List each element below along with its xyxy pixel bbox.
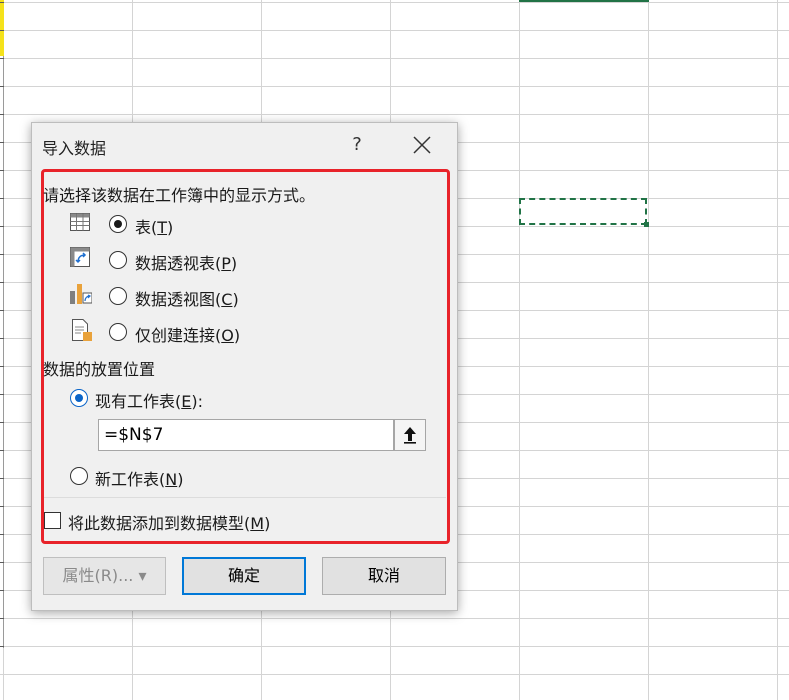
selected-cell-n7[interactable] (519, 198, 649, 227)
pivot-chart-icon (70, 284, 92, 304)
reference-value: =$N$7 (104, 425, 164, 445)
upload-arrow-icon (404, 427, 416, 444)
option-pivot-table-label[interactable]: 数据透视表(P) (135, 250, 237, 274)
placement-heading: 数据的放置位置 (43, 360, 156, 379)
option-connection-only-label[interactable]: 仅创建连接(O) (135, 322, 240, 346)
data-model-label[interactable]: 将此数据添加到数据模型(M) (68, 510, 270, 534)
existing-worksheet-label[interactable]: 现有工作表(E): (95, 388, 203, 412)
import-data-dialog: 导入数据 ? 请选择该数据在工作簿中的显示方式。 表(T) 数据透视表(P) 数… (31, 122, 458, 611)
help-button[interactable]: ? (342, 131, 372, 159)
row-header-ticks (0, 0, 4, 648)
radio-pivot-table[interactable] (109, 251, 127, 269)
cancel-button[interactable]: 取消 (322, 557, 446, 595)
ok-button[interactable]: 确定 (182, 557, 306, 595)
table-icon (70, 213, 90, 231)
new-worksheet-label[interactable]: 新工作表(N) (95, 466, 183, 490)
radio-new-worksheet[interactable] (70, 467, 88, 485)
dialog-title: 导入数据 (42, 139, 107, 158)
pivot-table-icon (70, 247, 90, 267)
close-icon (413, 136, 431, 154)
radio-table[interactable] (109, 215, 127, 233)
connection-only-icon (72, 319, 92, 341)
radio-existing-worksheet[interactable] (70, 389, 88, 407)
collapse-dialog-button[interactable] (394, 419, 426, 451)
chevron-down-icon: ▾ (138, 566, 147, 585)
display-method-heading: 请选择该数据在工作簿中的显示方式。 (43, 186, 316, 205)
radio-connection-only[interactable] (109, 323, 127, 341)
close-button[interactable] (404, 129, 440, 161)
data-model-checkbox[interactable] (44, 512, 61, 529)
active-column-indicator (519, 0, 649, 2)
reference-input[interactable]: =$N$7 (98, 419, 394, 451)
properties-button[interactable]: 属性(R)... ▾ (43, 557, 166, 595)
radio-pivot-chart[interactable] (109, 287, 127, 305)
option-pivot-chart-label[interactable]: 数据透视图(C) (135, 286, 239, 310)
option-table-label[interactable]: 表(T) (135, 214, 173, 238)
separator (44, 497, 446, 498)
